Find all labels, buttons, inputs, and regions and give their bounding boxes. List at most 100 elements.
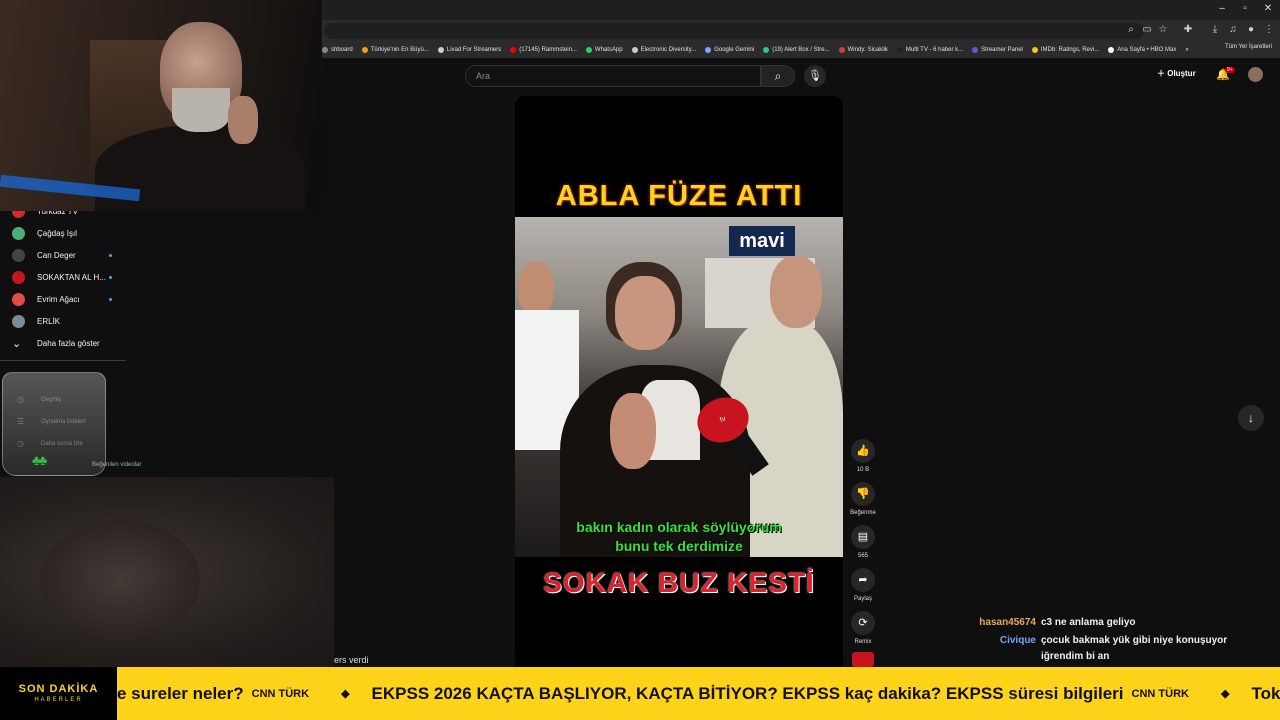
thumbs-up-icon: 👍 — [851, 439, 875, 463]
cast-icon[interactable]: ▭ — [1140, 24, 1154, 35]
next-short-button[interactable]: ↓ — [1238, 405, 1264, 431]
chevron-down-icon: ⌄ — [12, 338, 22, 350]
bookmark-item[interactable]: (19) Alert Box / Stre... — [763, 47, 830, 53]
profile-icon[interactable]: ● — [1244, 24, 1258, 35]
remix-label: Remix — [854, 639, 872, 645]
live-indicator-dot — [109, 276, 112, 279]
bookmark-item[interactable]: (17145) Rammstein... — [510, 47, 577, 53]
comments-count: 565 — [857, 553, 868, 559]
bookmark-label: Streamer Panel — [981, 47, 1023, 53]
ticker-source: CNN TÜRK — [251, 687, 310, 700]
woman-face — [615, 276, 675, 350]
history-icon: ◷ — [17, 395, 24, 404]
bookmark-label: (19) Alert Box / Stre... — [772, 47, 830, 53]
comments-button[interactable]: ▤ 565 — [850, 525, 876, 559]
sidebar-item-liked[interactable]: Beğenilen videolar — [92, 462, 141, 468]
extensions-icon[interactable]: ✚ — [1181, 24, 1195, 35]
caption-line-1: bakın kadın olarak söylüyorum — [576, 519, 782, 535]
address-bar[interactable] — [324, 23, 1144, 39]
bookmark-item[interactable]: Streamer Panel — [972, 47, 1023, 53]
sidebar-item-channel[interactable]: Çağdaş Işıl — [12, 227, 118, 240]
voice-search-button[interactable]: 🎙 — [804, 65, 826, 87]
bookmark-favicon-icon — [437, 47, 444, 53]
close-icon[interactable]: ✕ — [1261, 3, 1275, 14]
bookmark-item[interactable]: Electronic Diversity... — [631, 47, 697, 53]
zoom-icon[interactable]: ⌕ — [1124, 24, 1138, 35]
bookmark-item[interactable]: Multi TV - 6 haber k... — [896, 47, 963, 53]
store-sign: mavi — [729, 226, 795, 256]
avatar[interactable] — [1248, 67, 1263, 82]
ticker-headline: e sureler neler? — [117, 683, 244, 703]
partial-overlay-text: ers verdi — [334, 655, 369, 665]
media-icon[interactable]: ♫ — [1226, 24, 1240, 35]
sidebar-item-channel[interactable]: ERLİK — [12, 315, 118, 328]
bookmark-item[interactable]: Livad For Streamers — [437, 47, 501, 53]
bookmark-item[interactable]: IMDb: Ratings, Revi... — [1031, 47, 1100, 53]
bookmark-favicon-icon — [705, 47, 712, 53]
remix-icon: ⟳ — [851, 611, 875, 635]
arrow-down-icon: ↓ — [1248, 411, 1254, 425]
sidebar-divider — [0, 360, 126, 361]
bookmark-favicon-icon — [972, 47, 979, 53]
bystander-head — [518, 262, 554, 316]
chat-text: iğrendim bi an — [1041, 651, 1110, 662]
sound-thumbnail[interactable] — [852, 652, 874, 667]
sidebar-item-history[interactable]: Geçmiş — [41, 397, 61, 403]
chat-text: c3 ne anlama geliyo — [1041, 617, 1136, 628]
menu-icon[interactable]: ⋮ — [1262, 24, 1276, 35]
brand-subtitle: HABERLER — [34, 697, 83, 703]
sidebar-item-playlists[interactable]: Oynatma listeleri — [41, 419, 86, 425]
bookmarks-overflow-button[interactable]: » — [1185, 47, 1188, 53]
bookmark-label: WhatsApp — [594, 47, 623, 53]
all-bookmarks-link[interactable]: Tüm Yer İşaretleri — [1225, 44, 1272, 50]
bookmark-item[interactable]: Google Gemini — [705, 47, 754, 53]
video-footline: SOKAK BUZ KESTİ — [543, 567, 815, 598]
create-label: Oluştur — [1167, 69, 1196, 78]
search-icon: ⌕ — [774, 69, 782, 83]
bookmark-item[interactable]: Ana Sayfa • HBO Max — [1108, 47, 1176, 53]
search-input[interactable]: Ara — [465, 65, 761, 87]
restore-icon[interactable]: ▫ — [1238, 3, 1252, 14]
chat-text: çocuk bakmak yük gibi niye konuşuyor — [1041, 635, 1228, 646]
ticker-headline: Tokat' — [1251, 683, 1280, 703]
minimize-icon[interactable]: – — [1215, 3, 1229, 14]
channel-avatar — [12, 227, 25, 240]
video-headline: ABLA FÜZE ATTI — [555, 180, 803, 212]
sidebar-item-channel[interactable]: ⌄ Daha fazla göster — [12, 337, 118, 350]
bookmark-favicon-icon — [838, 47, 845, 53]
bookmark-favicon-icon — [322, 47, 328, 53]
sidebar-item-channel[interactable]: Can Deger — [12, 249, 118, 262]
bookmark-label: Electronic Diversity... — [640, 47, 697, 53]
download-icon[interactable]: ⤓ — [1208, 24, 1222, 35]
plus-icon: ＋ — [1157, 69, 1168, 78]
bookmark-favicon-icon — [510, 47, 517, 53]
bookmark-item[interactable]: shboard — [322, 47, 353, 53]
bookmark-favicon-icon — [896, 47, 903, 53]
bookmark-item[interactable]: Windy: Sicaklik — [838, 47, 888, 53]
dislike-button[interactable]: 👎 Beğenme — [850, 482, 876, 516]
sidebar-item-watch-later[interactable]: Daha sonra izle — [41, 441, 83, 447]
like-button[interactable]: 👍 10 B — [850, 439, 876, 473]
bookmark-item[interactable]: WhatsApp — [585, 47, 623, 53]
bookmark-label: shboard — [331, 47, 353, 53]
search-button[interactable]: ⌕ — [761, 65, 795, 87]
chat-username: hasan45674 — [979, 617, 1036, 628]
watch-later-icon: ◷ — [17, 439, 24, 448]
remix-button[interactable]: ⟳ Remix — [850, 611, 876, 645]
ticker-source: CNN TÜRK — [1131, 687, 1189, 700]
share-label: Paylaş — [853, 596, 872, 602]
sidebar-item-channel[interactable]: Evrim Ağacı — [12, 293, 118, 306]
bookmark-star-icon[interactable]: ☆ — [1156, 24, 1170, 35]
sidebar-item-channel[interactable]: SOKAKTAN AL H... — [12, 271, 118, 284]
bookmark-label: IMDb: Ratings, Revi... — [1040, 47, 1100, 53]
sidebar-item-label: Daha fazla göster — [37, 339, 100, 348]
create-button[interactable]: ＋ Oluştur — [1157, 68, 1196, 79]
channel-avatar — [12, 315, 25, 328]
bookmark-item[interactable]: Türkiye'nin En Büyü... — [361, 47, 429, 53]
share-button[interactable]: ➦ Paylaş — [850, 568, 876, 602]
breaking-news-brand: SON DAKİKA HABERLER — [0, 667, 117, 720]
like-count: 10 B — [856, 467, 870, 473]
bookmark-label: Windy: Sicaklik — [847, 47, 888, 53]
live-indicator-dot — [109, 298, 112, 301]
subscriptions-sidebar: Turkuaz TV Çağdaş Işıl Can Deger SOKAKTAN A… — [0, 205, 126, 365]
